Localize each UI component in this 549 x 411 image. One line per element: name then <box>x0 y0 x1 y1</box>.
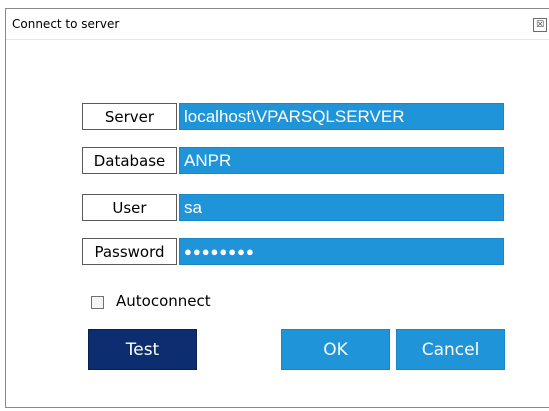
close-icon[interactable]: ☒ <box>533 18 547 32</box>
user-label: User <box>82 194 177 221</box>
ok-button[interactable]: OK <box>281 329 390 370</box>
title-bar: Connect to server ☒ <box>6 9 549 39</box>
password-input[interactable]: ●●●●●●●● <box>179 238 504 265</box>
test-button[interactable]: Test <box>88 329 197 370</box>
cancel-button[interactable]: Cancel <box>396 329 505 370</box>
server-label: Server <box>82 103 177 130</box>
autoconnect-checkbox[interactable] <box>91 296 104 309</box>
database-label: Database <box>82 147 177 174</box>
password-label: Password <box>82 238 177 265</box>
title-divider <box>6 39 549 40</box>
server-input[interactable]: localhost\VPARSQLSERVER <box>179 103 504 130</box>
user-input[interactable]: sa <box>179 194 504 221</box>
database-input[interactable]: ANPR <box>179 147 504 174</box>
autoconnect-label[interactable]: Autoconnect <box>116 292 211 310</box>
connect-dialog: Connect to server ☒ Server localhost\VPA… <box>5 8 549 408</box>
window-title: Connect to server <box>12 17 120 31</box>
